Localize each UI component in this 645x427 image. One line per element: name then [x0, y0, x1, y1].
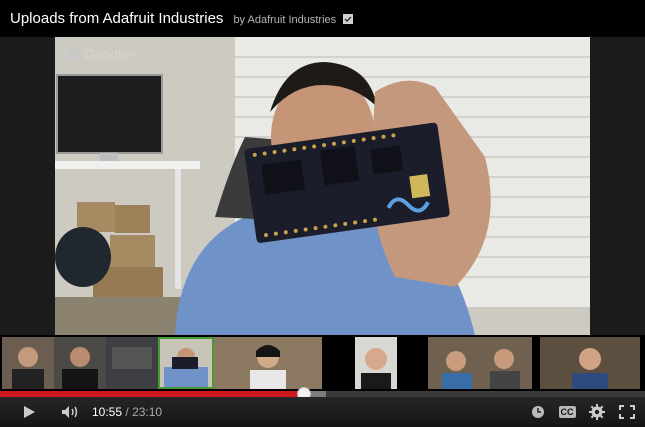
participant-thumbnail-active[interactable]	[158, 337, 214, 389]
participant-thumbnail[interactable]	[428, 337, 532, 389]
participant-image	[428, 337, 532, 389]
participant-image	[355, 337, 397, 389]
fullscreen-icon	[619, 405, 635, 419]
time-display: 10:55 / 23:10	[92, 397, 162, 427]
video-player: Uploads from Adafruit Industries by Adaf…	[0, 0, 645, 427]
captions-icon: CC	[558, 406, 576, 418]
watch-later-button[interactable]	[527, 397, 549, 427]
participant-thumbnail[interactable]	[540, 337, 640, 389]
volume-button[interactable]	[56, 397, 86, 427]
clock-icon	[532, 406, 544, 418]
participant-image	[106, 337, 158, 389]
participant-thumbnail[interactable]	[214, 337, 322, 389]
participant-image	[158, 337, 214, 389]
participant-strip	[0, 335, 645, 391]
channel-byline[interactable]: by Adafruit Industries	[233, 13, 354, 26]
main-video-frame[interactable]: Google+	[55, 37, 590, 335]
title-bar: Uploads from Adafruit Industries by Adaf…	[0, 0, 645, 37]
gear-icon	[589, 404, 605, 420]
video-title[interactable]: Uploads from Adafruit Industries	[10, 10, 223, 27]
verified-check-icon	[343, 13, 354, 24]
control-bar: 10:55 / 23:10 CC	[0, 397, 645, 427]
hangouts-icon	[67, 48, 80, 61]
play-button[interactable]	[14, 397, 44, 427]
captions-button[interactable]: CC	[555, 397, 579, 427]
participant-image	[2, 337, 54, 389]
video-frame-image	[55, 37, 590, 335]
video-area[interactable]: Google+	[0, 37, 645, 335]
participant-thumbnail[interactable]	[106, 337, 158, 389]
participant-thumbnail[interactable]	[54, 337, 106, 389]
duration: 23:10	[132, 405, 163, 419]
participant-thumbnail[interactable]	[355, 337, 397, 389]
participant-thumbnail[interactable]	[2, 337, 54, 389]
fullscreen-button[interactable]	[614, 397, 640, 427]
google-plus-watermark: Google+	[67, 46, 137, 62]
time-separator: /	[125, 405, 129, 419]
participant-image	[540, 337, 640, 389]
current-time: 10:55	[92, 405, 123, 419]
play-icon	[24, 406, 35, 418]
settings-button[interactable]	[584, 397, 610, 427]
volume-icon	[62, 406, 78, 418]
participant-image	[54, 337, 106, 389]
participant-image	[214, 337, 322, 389]
watermark-text: Google+	[84, 46, 138, 62]
channel-name[interactable]: by Adafruit Industries	[233, 14, 336, 26]
